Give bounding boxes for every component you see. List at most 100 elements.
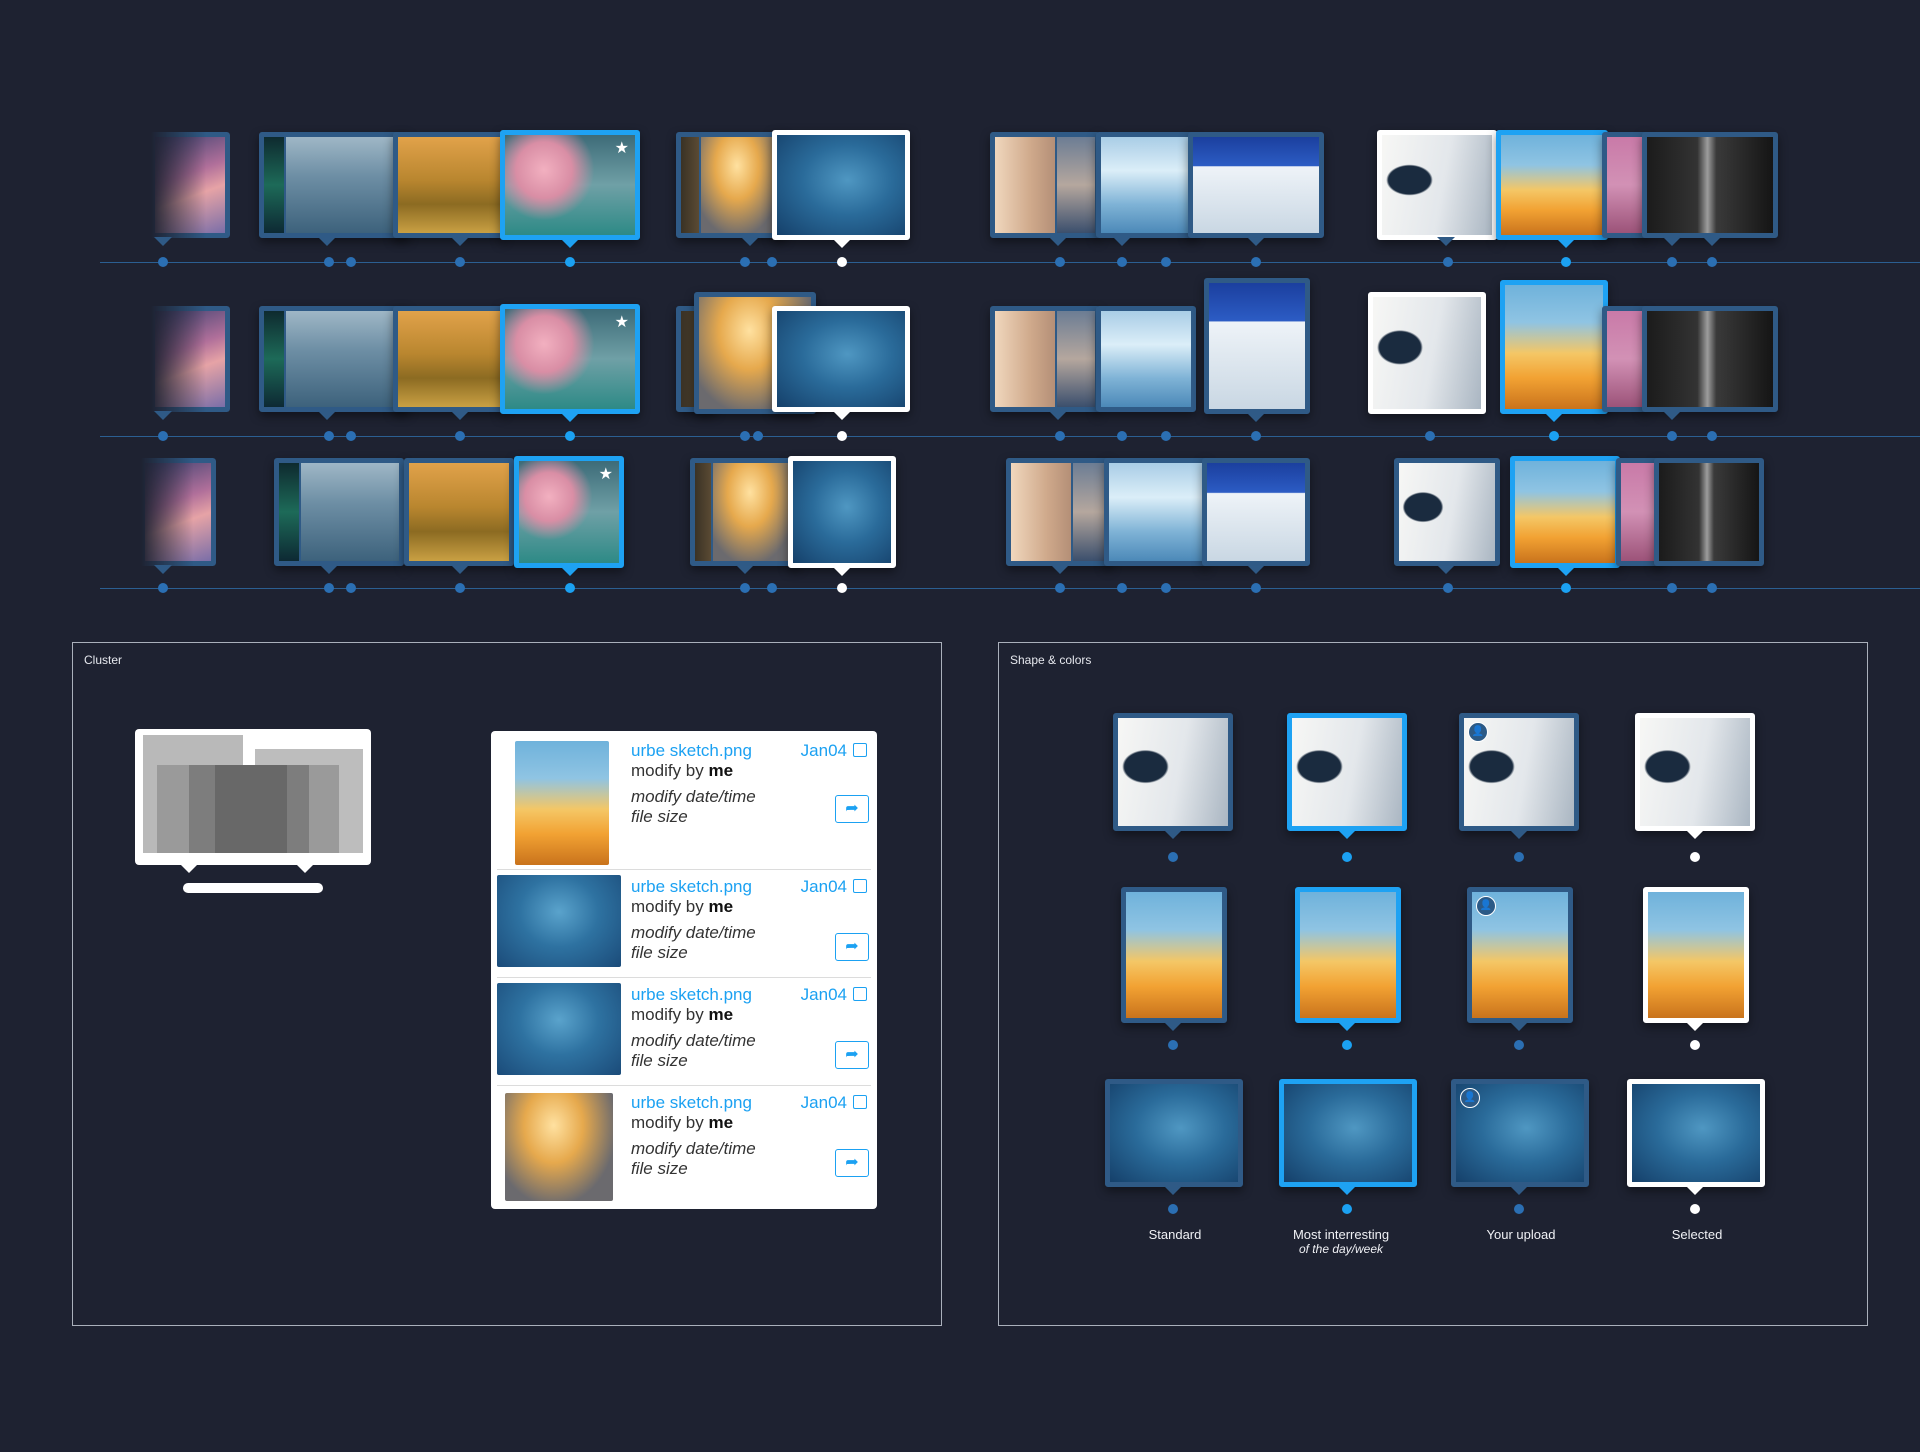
timeline-dot[interactable]	[740, 257, 750, 267]
timeline-dot[interactable]	[1667, 583, 1677, 593]
list-item[interactable]: urbe sketch.png Jan04 modify by me modif…	[491, 1087, 877, 1207]
timeline-dot[interactable]	[1168, 1204, 1178, 1214]
timeline-dot[interactable]	[1514, 1204, 1524, 1214]
timeline-dot[interactable]	[740, 583, 750, 593]
list-item[interactable]: urbe sketch.png Jan04 modify by me modif…	[491, 871, 877, 977]
photo-thumbnail-interesting[interactable]: ★	[500, 304, 640, 414]
timeline-dot[interactable]	[158, 257, 168, 267]
sample-selected[interactable]	[1627, 1079, 1765, 1187]
file-thumbnail[interactable]	[497, 875, 621, 967]
photo-thumbnail[interactable]	[140, 458, 216, 566]
list-item[interactable]: urbe sketch.png Jan04 modify by me modif…	[491, 731, 877, 865]
sample-interesting[interactable]	[1279, 1079, 1417, 1187]
timeline-dot[interactable]	[1425, 431, 1435, 441]
photo-thumbnail[interactable]	[1202, 458, 1310, 566]
photo-thumbnail[interactable]	[690, 458, 800, 566]
timeline-dot[interactable]	[1161, 583, 1171, 593]
timeline-dot[interactable]	[1168, 1040, 1178, 1050]
timeline-dot[interactable]	[1161, 431, 1171, 441]
photo-thumbnail[interactable]	[990, 132, 1100, 238]
timeline-dot[interactable]	[1690, 1204, 1700, 1214]
sample-interesting[interactable]	[1295, 887, 1401, 1023]
photo-thumbnail-selected[interactable]	[788, 456, 896, 568]
timeline-dot[interactable]	[1707, 583, 1717, 593]
timeline-dot[interactable]	[1443, 583, 1453, 593]
timeline-dot[interactable]	[1055, 583, 1065, 593]
photo-thumbnail[interactable]	[1654, 458, 1764, 566]
timeline-dot[interactable]	[837, 431, 847, 441]
timeline-dot[interactable]	[1667, 257, 1677, 267]
timeline-dot[interactable]	[455, 583, 465, 593]
timeline-dot[interactable]	[1443, 257, 1453, 267]
photo-thumbnail-interesting[interactable]: ★	[514, 456, 624, 568]
file-thumbnail[interactable]	[515, 741, 609, 865]
timeline-dot[interactable]	[1168, 852, 1178, 862]
timeline-dot[interactable]	[565, 257, 575, 267]
photo-thumbnail[interactable]	[259, 306, 409, 412]
sample-selected[interactable]	[1635, 713, 1755, 831]
timeline-dot[interactable]	[767, 583, 777, 593]
sample-standard[interactable]	[1105, 1079, 1243, 1187]
photo-thumbnail-selected[interactable]	[1377, 130, 1497, 240]
timeline-dot[interactable]	[1690, 1040, 1700, 1050]
timeline-dot[interactable]	[324, 431, 334, 441]
timeline-dot[interactable]	[1055, 431, 1065, 441]
photo-thumbnail[interactable]	[1096, 306, 1196, 412]
timeline-dot[interactable]	[158, 583, 168, 593]
timeline-dot[interactable]	[837, 257, 847, 267]
photo-thumbnail[interactable]	[990, 306, 1100, 412]
sample-your-upload[interactable]: 👤	[1467, 887, 1573, 1023]
photo-thumbnail[interactable]	[259, 132, 409, 238]
share-button[interactable]: ➦	[835, 1041, 869, 1069]
timeline-dot[interactable]	[1342, 852, 1352, 862]
external-link-icon[interactable]	[853, 1095, 867, 1109]
timeline-dot[interactable]	[1690, 852, 1700, 862]
share-button[interactable]: ➦	[835, 1149, 869, 1177]
timeline-dot[interactable]	[1707, 431, 1717, 441]
timeline-dot[interactable]	[767, 257, 777, 267]
timeline-dot[interactable]	[1514, 1040, 1524, 1050]
photo-thumbnail[interactable]	[404, 458, 514, 566]
sample-selected[interactable]	[1643, 887, 1749, 1023]
photo-thumbnail[interactable]	[150, 306, 230, 412]
photo-thumbnail[interactable]	[393, 132, 505, 238]
photo-thumbnail[interactable]	[1642, 132, 1778, 238]
timeline-dot[interactable]	[1117, 583, 1127, 593]
timeline-dot[interactable]	[1561, 257, 1571, 267]
timeline-dot[interactable]	[565, 431, 575, 441]
timeline-dot[interactable]	[1667, 431, 1677, 441]
sample-interesting[interactable]	[1287, 713, 1407, 831]
timeline-dot[interactable]	[324, 583, 334, 593]
photo-thumbnail[interactable]	[1394, 458, 1500, 566]
external-link-icon[interactable]	[853, 879, 867, 893]
timeline-dot[interactable]	[1251, 431, 1261, 441]
photo-thumbnail-interesting[interactable]: ★	[500, 130, 640, 240]
photo-thumbnail-selected[interactable]	[1368, 292, 1486, 414]
photo-thumbnail[interactable]	[1642, 306, 1778, 412]
sample-standard[interactable]	[1121, 887, 1227, 1023]
file-name[interactable]: urbe sketch.png	[631, 877, 752, 897]
timeline-dot[interactable]	[740, 431, 750, 441]
timeline-dot[interactable]	[455, 257, 465, 267]
photo-thumbnail-interesting[interactable]	[1510, 456, 1620, 568]
external-link-icon[interactable]	[853, 987, 867, 1001]
timeline-dot[interactable]	[1342, 1040, 1352, 1050]
timeline-dot[interactable]	[1117, 257, 1127, 267]
timeline-dot[interactable]	[1055, 257, 1065, 267]
timeline-dot[interactable]	[1117, 431, 1127, 441]
photo-thumbnail[interactable]	[393, 306, 505, 412]
photo-thumbnail-selected[interactable]	[772, 306, 910, 412]
cluster-stack-icon[interactable]	[135, 729, 371, 865]
file-thumbnail[interactable]	[505, 1093, 613, 1201]
file-name[interactable]: urbe sketch.png	[631, 985, 752, 1005]
photo-thumbnail[interactable]	[1204, 278, 1310, 414]
timeline-dot[interactable]	[1561, 583, 1571, 593]
timeline-dot[interactable]	[565, 583, 575, 593]
timeline-dot[interactable]	[1707, 257, 1717, 267]
photo-thumbnail-selected[interactable]	[772, 130, 910, 240]
list-item[interactable]: urbe sketch.png Jan04 modify by me modif…	[491, 979, 877, 1085]
photo-thumbnail[interactable]	[1188, 132, 1324, 238]
timeline-dot[interactable]	[158, 431, 168, 441]
photo-thumbnail-interesting[interactable]	[1500, 280, 1608, 414]
photo-thumbnail[interactable]	[676, 132, 786, 238]
